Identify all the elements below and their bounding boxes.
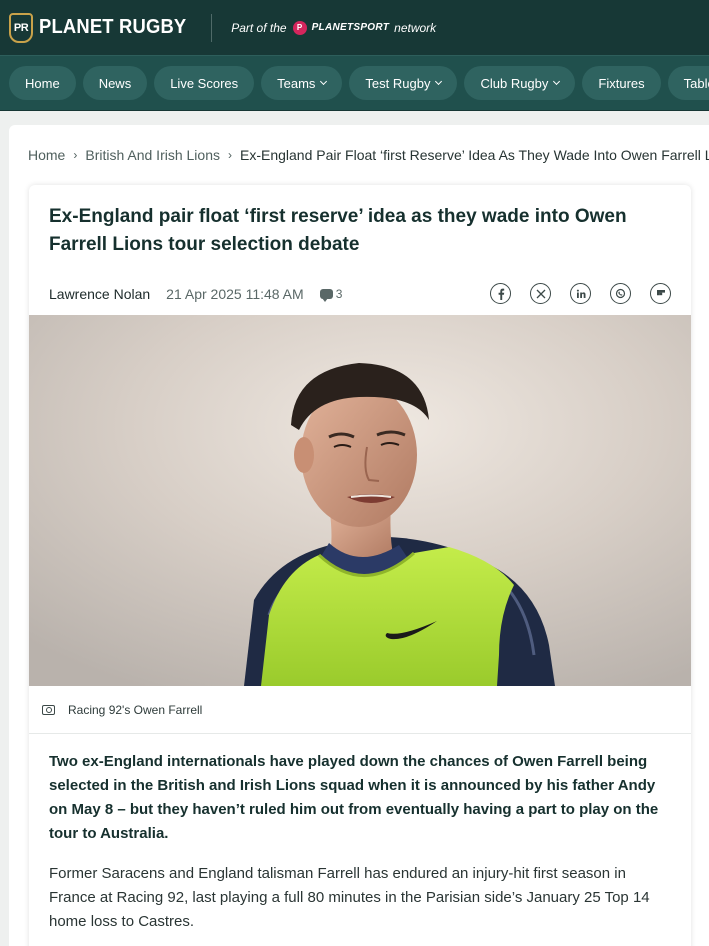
nav-label: Home [25, 75, 60, 91]
nav-label: Tables [683, 75, 709, 91]
article-card: Ex-England pair float ‘first reserve’ id… [29, 185, 691, 946]
nav-test-rugby[interactable]: Test Rugby [349, 66, 458, 100]
publish-date: 21 Apr 2025 11:48 AM [166, 286, 304, 302]
nav-fixtures[interactable]: Fixtures [582, 66, 661, 100]
flipboard-icon[interactable] [650, 283, 671, 304]
content-panel: Home › British And Irish Lions › Ex-Engl… [9, 125, 709, 946]
x-icon[interactable] [530, 283, 551, 304]
site-header: PR PLANET RUGBY Part of the P PLANETSPOR… [0, 0, 709, 55]
nav-home[interactable]: Home [9, 66, 76, 100]
comment-icon [319, 289, 333, 302]
linkedin-icon[interactable] [570, 283, 591, 304]
share-buttons [471, 283, 671, 304]
nav-label: Club Rugby [480, 75, 549, 91]
nav-label: Test Rugby [365, 75, 431, 91]
breadcrumb-home[interactable]: Home [28, 147, 65, 163]
whatsapp-icon[interactable] [610, 283, 631, 304]
camera-icon [42, 704, 55, 715]
player-photo [29, 315, 691, 686]
nav-tables[interactable]: Tables [667, 66, 709, 100]
nav-live-scores[interactable]: Live Scores [154, 66, 255, 100]
network-note: Part of the P PLANETSPORT network [231, 20, 437, 35]
logo-text: PLANET RUGBY [39, 16, 187, 38]
breadcrumb-separator: › [73, 148, 78, 162]
author-name[interactable]: Lawrence Nolan [49, 286, 150, 302]
comment-count: 3 [335, 287, 343, 301]
nav-label: Teams [277, 75, 316, 91]
planetsport-link[interactable]: PLANETSPORT [312, 22, 390, 33]
nav-label: Fixtures [598, 75, 645, 91]
image-caption: Racing 92's Owen Farrell [29, 686, 691, 734]
breadcrumb-separator: › [227, 148, 232, 162]
nav-teams[interactable]: Teams [261, 66, 343, 100]
header-divider [211, 13, 213, 42]
main-nav: Home News Live Scores Teams Test Rugby C… [0, 55, 709, 111]
planetsport-logo-icon[interactable]: P [292, 20, 307, 35]
article-paragraph: Former Saracens and England talisman Far… [49, 865, 650, 930]
article-lead: Two ex-England internationals have playe… [49, 753, 659, 842]
breadcrumb-current: Ex-England Pair Float ‘first Reserve’ Id… [239, 147, 709, 163]
network-suffix: network [394, 20, 437, 35]
chevron-down-icon [435, 77, 443, 86]
facebook-icon[interactable] [490, 283, 511, 304]
comments-link[interactable]: 3 [319, 287, 343, 302]
nav-label: News [98, 75, 132, 91]
article-hero-image [29, 315, 691, 686]
article-meta: Lawrence Nolan 21 Apr 2025 11:48 AM 3 [49, 286, 342, 302]
logo-badge: PR [9, 12, 33, 43]
nav-news[interactable]: News [82, 66, 148, 100]
nav-club-rugby[interactable]: Club Rugby [464, 66, 576, 100]
breadcrumb: Home › British And Irish Lions › Ex-Engl… [28, 147, 709, 163]
nav-label: Live Scores [170, 75, 239, 91]
chevron-down-icon [320, 77, 328, 86]
site-logo[interactable]: PR PLANET RUGBY [9, 12, 199, 43]
breadcrumb-section[interactable]: British And Irish Lions [85, 147, 220, 163]
caption-text: Racing 92's Owen Farrell [68, 702, 203, 717]
network-prefix: Part of the [231, 20, 287, 35]
chevron-down-icon [553, 77, 561, 86]
article-title: Ex-England pair float ‘first reserve’ id… [49, 206, 627, 255]
